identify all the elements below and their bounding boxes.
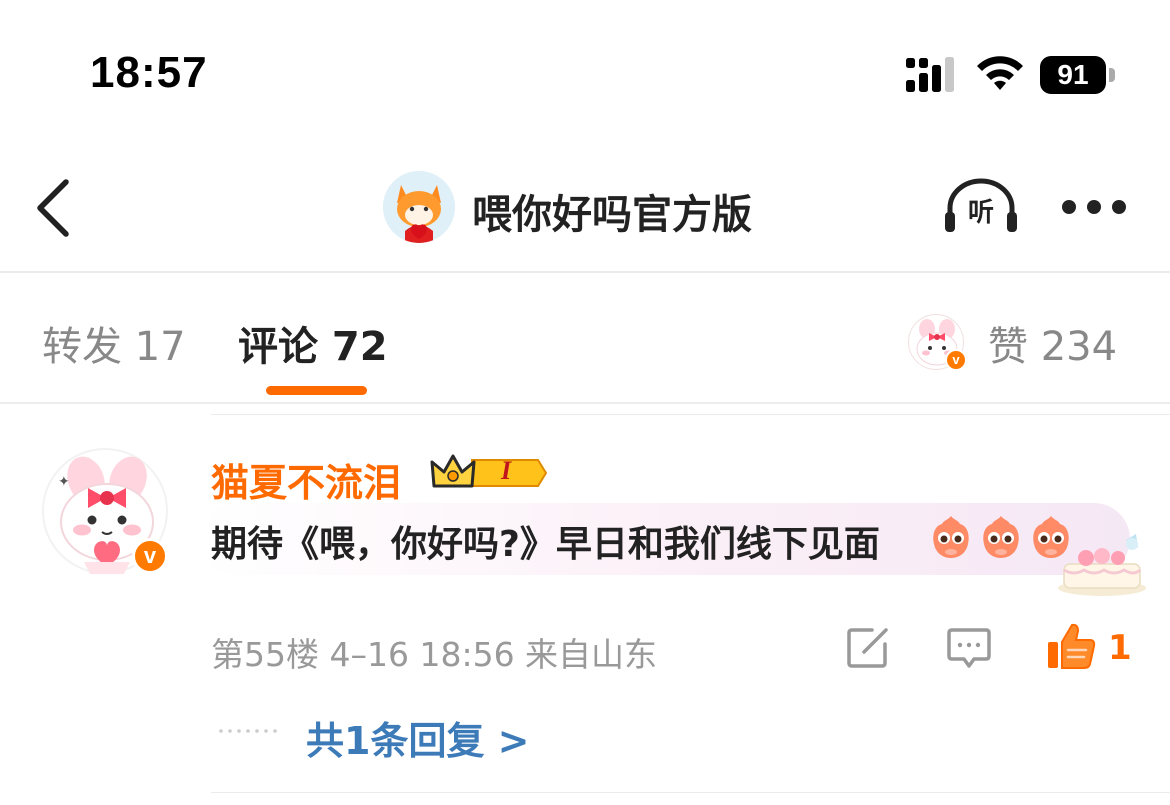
listen-button[interactable]: 听 bbox=[942, 178, 1020, 238]
battery-level: 91 bbox=[1057, 59, 1089, 90]
tab-repost[interactable]: 转发 17 bbox=[42, 314, 186, 372]
commenter-avatar[interactable]: ✦ v bbox=[42, 448, 168, 574]
like-count: 1 bbox=[1108, 628, 1132, 668]
comment-bottom-divider bbox=[211, 792, 1170, 793]
wifi-icon bbox=[977, 56, 1023, 90]
verified-badge-icon: v bbox=[132, 538, 168, 574]
liker-avatar[interactable]: v bbox=[908, 314, 967, 371]
dotted-separator bbox=[219, 729, 277, 733]
chevron-left-icon[interactable] bbox=[30, 178, 80, 238]
comment-text: 期待《喂，你好吗?》早日和我们线下见面 bbox=[211, 524, 880, 565]
commenter-name[interactable]: 猫夏不流泪 bbox=[211, 452, 401, 507]
tab-comment[interactable]: 评论 72 bbox=[238, 314, 388, 372]
more-options-button[interactable] bbox=[1058, 196, 1130, 218]
account-avatar[interactable] bbox=[383, 171, 455, 243]
page-title: 喂你好吗官方版 bbox=[472, 192, 752, 238]
view-replies-link[interactable]: 共1条回复 > bbox=[306, 710, 530, 765]
tab-like[interactable]: 赞 234 bbox=[988, 314, 1117, 372]
cake-decoration-icon bbox=[1058, 534, 1146, 596]
listen-label: 听 bbox=[967, 198, 994, 228]
fox-mascot-icon bbox=[383, 171, 455, 243]
status-time: 18:57 bbox=[90, 48, 208, 97]
more-dots-icon bbox=[1062, 200, 1076, 214]
tabs-divider bbox=[0, 402, 1170, 404]
cellular-signal-icon bbox=[906, 57, 954, 92]
svg-text:✦: ✦ bbox=[58, 474, 70, 490]
comment-meta: 第55楼 4–16 18:56 来自山东 bbox=[211, 635, 658, 674]
comment-icon[interactable] bbox=[946, 626, 992, 670]
edit-icon[interactable] bbox=[846, 626, 890, 670]
battery-indicator: 91 bbox=[1040, 56, 1116, 94]
header-divider bbox=[0, 271, 1170, 273]
pleading-emoji-icon bbox=[983, 516, 1019, 558]
pleading-emoji-icon bbox=[933, 516, 969, 558]
member-level: I bbox=[500, 456, 512, 485]
member-crown-badge[interactable]: I bbox=[430, 452, 548, 494]
active-tab-indicator bbox=[266, 386, 367, 395]
verified-badge-icon: v bbox=[945, 349, 967, 371]
comment-top-divider bbox=[211, 414, 1170, 415]
thumbs-up-icon[interactable] bbox=[1046, 622, 1096, 670]
